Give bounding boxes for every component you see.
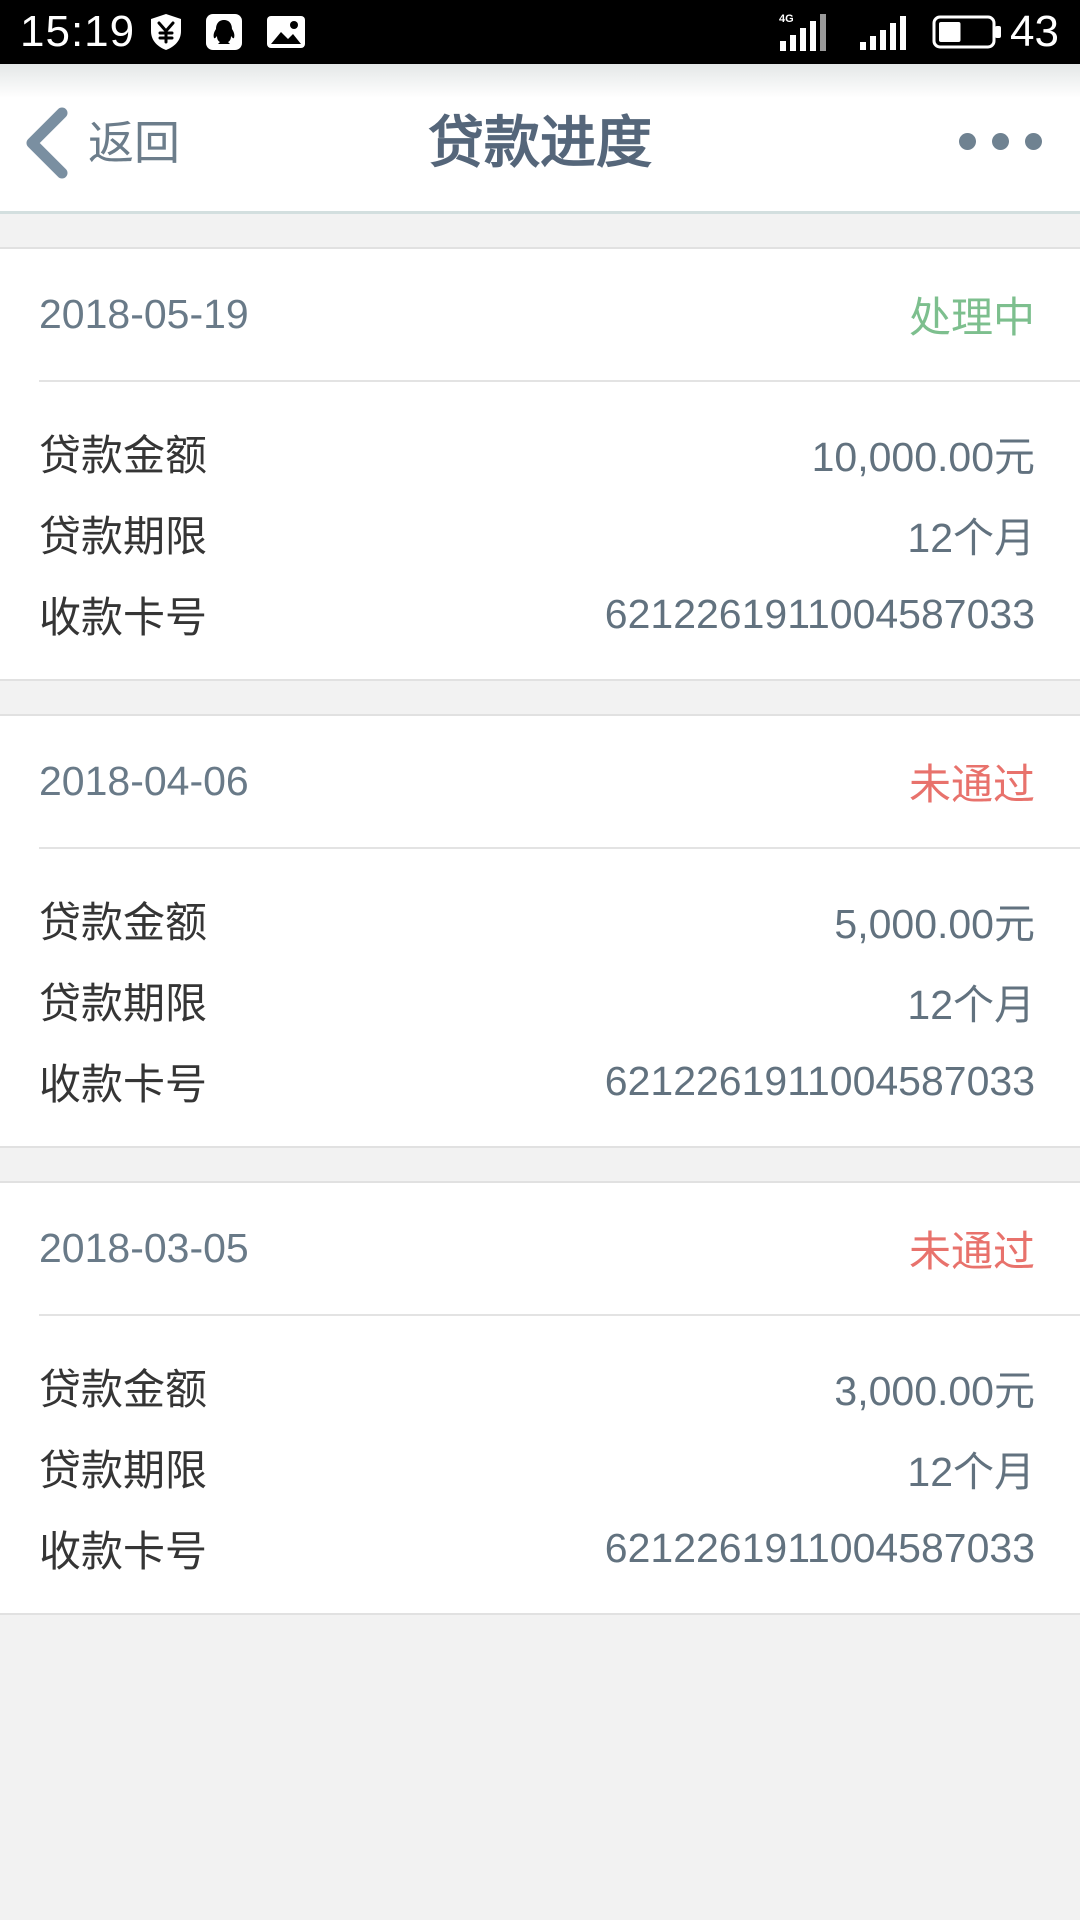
row-label: 收款卡号 [39, 1061, 208, 1108]
loan-term-row: 贷款期限 12个月 [39, 960, 1035, 1041]
loan-date: 2018-05-19 [39, 291, 249, 337]
row-label: 贷款金额 [39, 432, 208, 479]
status-time: 15:19 [20, 7, 136, 56]
row-label: 贷款期限 [39, 513, 208, 560]
loan-details: 贷款金额 10,000.00元 贷款期限 12个月 收款卡号 621226191… [0, 382, 1080, 679]
row-value: 12个月 [907, 514, 1035, 561]
row-value: 12个月 [907, 1448, 1035, 1495]
qq-icon [206, 14, 242, 50]
loan-card-header: 2018-05-19 处理中 [0, 249, 1080, 380]
battery-fill [939, 22, 961, 42]
loan-amount-row: 贷款金额 5,000.00元 [39, 879, 1035, 960]
loan-amount-row: 贷款金额 10,000.00元 [39, 412, 1035, 493]
loan-card[interactable]: 2018-04-06 未通过 贷款金额 5,000.00元 贷款期限 12个月 … [0, 714, 1080, 1148]
more-dots-icon [1024, 133, 1042, 150]
loan-card[interactable]: 2018-05-19 处理中 贷款金额 10,000.00元 贷款期限 12个月… [0, 247, 1080, 681]
loan-card-header: 2018-04-06 未通过 [0, 716, 1080, 847]
loan-card-number-row: 收款卡号 6212261911004587033 [39, 1041, 1035, 1122]
loan-details: 贷款金额 3,000.00元 贷款期限 12个月 收款卡号 6212261911… [0, 1316, 1080, 1613]
shield-yen-icon [151, 14, 181, 50]
page-title: 贷款进度 [428, 111, 652, 174]
loan-status-badge: 未通过 [908, 1228, 1035, 1275]
row-value: 6212261911004587033 [604, 1058, 1035, 1104]
row-label: 贷款金额 [39, 899, 208, 946]
loan-card[interactable]: 2018-03-05 未通过 贷款金额 3,000.00元 贷款期限 12个月 … [0, 1181, 1080, 1615]
signal-4g-icon: 4G [779, 13, 826, 51]
row-label: 收款卡号 [39, 594, 208, 641]
network-type-label: 4G [779, 13, 794, 25]
row-label: 贷款金额 [39, 1366, 208, 1413]
more-dots-icon [991, 133, 1009, 150]
loan-term-row: 贷款期限 12个月 [39, 493, 1035, 574]
row-label: 贷款期限 [39, 1447, 208, 1494]
back-button[interactable]: 返回 [14, 100, 204, 184]
status-bar: 15:19 4G 43 [0, 0, 1080, 64]
loan-details: 贷款金额 5,000.00元 贷款期限 12个月 收款卡号 6212261911… [0, 849, 1080, 1146]
loan-card-number-row: 收款卡号 6212261911004587033 [39, 1508, 1035, 1589]
row-value: 10,000.00元 [811, 433, 1035, 480]
loan-status-badge: 未通过 [908, 761, 1035, 808]
row-value: 3,000.00元 [834, 1367, 1035, 1414]
row-value: 6212261911004587033 [604, 591, 1035, 637]
more-dots-icon [958, 133, 976, 150]
row-value: 6212261911004587033 [604, 1525, 1035, 1571]
loan-status-badge: 处理中 [908, 294, 1035, 341]
loan-date: 2018-03-05 [39, 1225, 249, 1271]
loan-amount-row: 贷款金额 3,000.00元 [39, 1346, 1035, 1427]
nav-bar: 返回 贷款进度 [0, 64, 1080, 214]
more-button[interactable] [946, 119, 1054, 164]
loan-card-number-row: 收款卡号 6212261911004587033 [39, 574, 1035, 655]
row-label: 贷款期限 [39, 980, 208, 1027]
row-value: 5,000.00元 [834, 900, 1035, 947]
chevron-left-icon [26, 107, 68, 179]
row-value: 12个月 [907, 981, 1035, 1028]
image-icon [267, 16, 305, 48]
signal-icon [860, 16, 906, 50]
row-label: 收款卡号 [39, 1528, 208, 1575]
loan-card-header: 2018-03-05 未通过 [0, 1183, 1080, 1314]
loan-date: 2018-04-06 [39, 758, 249, 804]
loan-term-row: 贷款期限 12个月 [39, 1427, 1035, 1508]
back-label: 返回 [88, 117, 180, 169]
battery-icon [932, 15, 1001, 49]
battery-percent: 43 [1010, 7, 1059, 56]
loan-list: 2018-05-19 处理中 贷款金额 10,000.00元 贷款期限 12个月… [0, 214, 1080, 1615]
